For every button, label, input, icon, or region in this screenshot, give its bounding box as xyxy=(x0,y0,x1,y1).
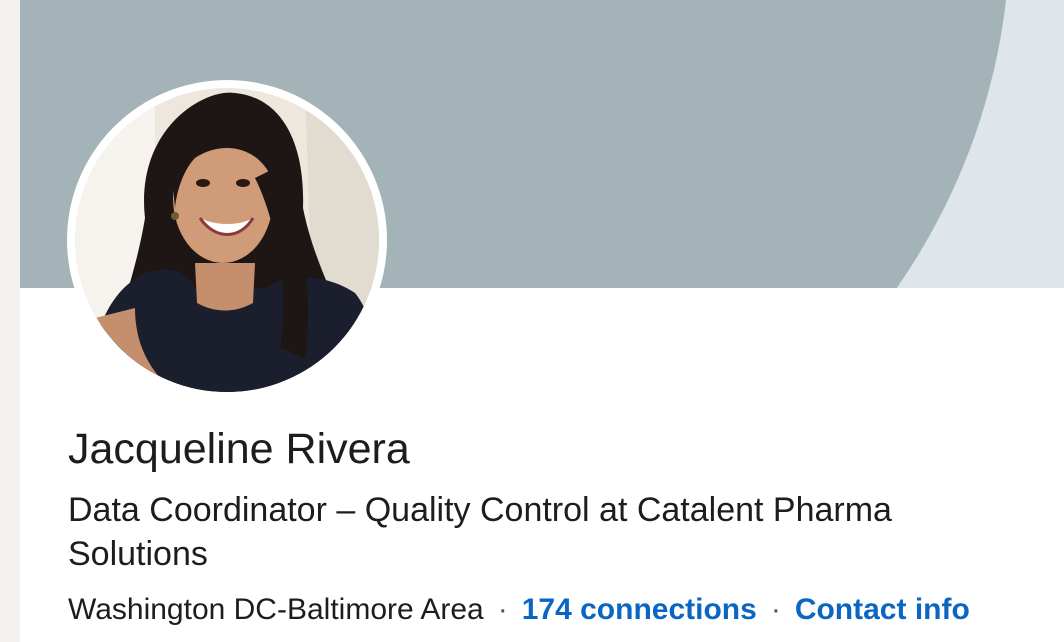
profile-headline: Data Coordinator – Quality Control at Ca… xyxy=(68,491,892,573)
contact-info-link[interactable]: Contact info xyxy=(795,593,970,626)
profile-photo[interactable] xyxy=(67,80,387,400)
profile-meta: Washington DC-Baltimore Area · 174 connect… xyxy=(68,588,970,632)
profile-photo-image xyxy=(75,88,379,392)
profile-page: Jacqueline Rivera Data Coordinator – Qua… xyxy=(0,0,1064,642)
connections-link[interactable]: 174 connections xyxy=(522,593,757,626)
separator-dot: · xyxy=(770,593,781,626)
profile-location: Washington DC-Baltimore Area xyxy=(68,593,484,626)
profile-name: Jacqueline Rivera xyxy=(68,425,410,473)
separator-dot: · xyxy=(497,593,508,626)
left-gutter xyxy=(0,0,20,642)
profile-card: Jacqueline Rivera Data Coordinator – Qua… xyxy=(20,0,1064,642)
